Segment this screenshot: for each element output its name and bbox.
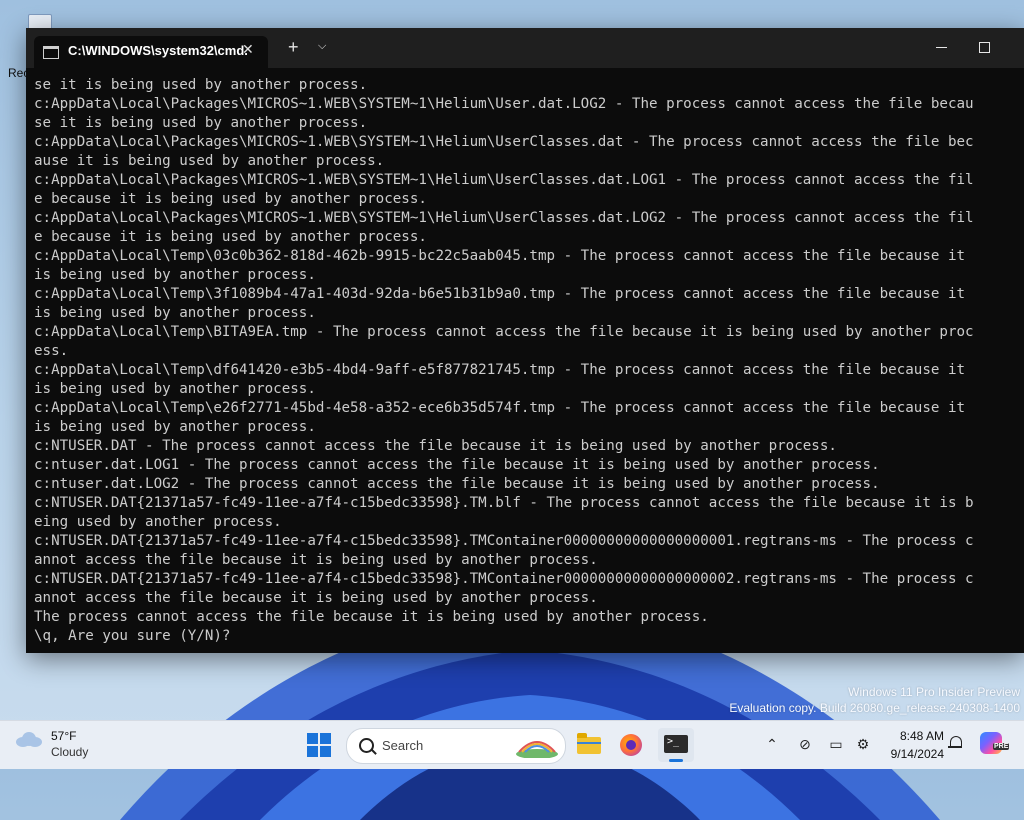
console-line: is being used by another process. — [34, 419, 316, 435]
console-line: annot access the file because it is bein… — [34, 552, 598, 568]
console-line: c:ntuser.dat.LOG2 - The process cannot a… — [34, 476, 880, 492]
chevron-up-icon[interactable]: ⌃ — [761, 733, 783, 755]
tab-cmd[interactable]: C:\WINDOWS\system32\cmd. ✕ — [34, 36, 268, 68]
accessibility-icon[interactable]: ⚙ — [852, 733, 874, 755]
bell-icon[interactable] — [948, 735, 962, 749]
taskbar: 57°F Cloudy Search ⌃ ⊘ ▭ ⚙ 8:48 AM 9/14/… — [0, 720, 1024, 769]
console-line: is being used by another process. — [34, 305, 316, 321]
windows-watermark: Windows 11 Pro Insider Preview Evaluatio… — [729, 684, 1020, 716]
new-tab-button[interactable]: + — [288, 38, 299, 56]
clock-time: 8:48 AM — [899, 729, 944, 743]
search-highlight-icon — [516, 741, 558, 758]
chevron-down-icon[interactable]: ⌵ — [318, 40, 326, 53]
console-line: se it is being used by another process. — [34, 115, 368, 131]
file-explorer-button[interactable] — [571, 728, 607, 762]
console-line: c:AppData\Local\Packages\MICROS~1.WEB\SY… — [34, 96, 974, 112]
console-line: c:AppData\Local\Temp\df641420-e3b5-4bd4-… — [34, 362, 966, 378]
console-line: is being used by another process. — [34, 381, 316, 397]
console-line: c:AppData\Local\Packages\MICROS~1.WEB\SY… — [34, 210, 974, 226]
console-line: c:AppData\Local\Temp\e26f2771-45bd-4e58-… — [34, 400, 966, 416]
console-line: e because it is being used by another pr… — [34, 229, 427, 245]
console-line: c:NTUSER.DAT{21371a57-fc49-11ee-a7f4-c15… — [34, 533, 974, 549]
console-line: c:NTUSER.DAT{21371a57-fc49-11ee-a7f4-c15… — [34, 571, 974, 587]
title-bar[interactable]: C:\WINDOWS\system32\cmd. ✕ + ⌵ — [26, 28, 1024, 68]
console-line: The process cannot access the file becau… — [34, 609, 709, 625]
cloud-icon — [16, 732, 42, 747]
taskbar-search[interactable]: Search — [346, 728, 566, 764]
terminal-window: C:\WINDOWS\system32\cmd. ✕ + ⌵ se it is … — [26, 28, 1024, 653]
console-line: c:ntuser.dat.LOG1 - The process cannot a… — [34, 457, 880, 473]
console-line: c:AppData\Local\Packages\MICROS~1.WEB\SY… — [34, 172, 974, 188]
active-indicator — [669, 759, 683, 762]
display-icon[interactable]: ▭ — [825, 733, 847, 755]
firefox-button[interactable] — [614, 728, 650, 762]
console-line: c:AppData\Local\Packages\MICROS~1.WEB\SY… — [34, 134, 974, 150]
watermark-line: Windows 11 Pro Insider Preview — [848, 685, 1020, 699]
console-line: ause it is being used by another process… — [34, 153, 385, 169]
console-line: e because it is being used by another pr… — [34, 191, 427, 207]
console-line: c:AppData\Local\Temp\03c0b362-818d-462b-… — [34, 248, 966, 264]
windows-start-icon[interactable] — [307, 733, 331, 757]
console-line: c:NTUSER.DAT{21371a57-fc49-11ee-a7f4-c15… — [34, 495, 974, 511]
console-output[interactable]: se it is being used by another process. c… — [34, 76, 1024, 653]
console-line: \q, Are you sure (Y/N)? — [34, 628, 231, 644]
terminal-icon — [664, 735, 688, 753]
firefox-icon — [620, 734, 642, 756]
weather-temperature: 57°F — [51, 729, 77, 743]
console-line: eing used by another process. — [34, 514, 282, 530]
console-line: c:NTUSER.DAT - The process cannot access… — [34, 438, 837, 454]
weather-widget[interactable]: 57°F Cloudy — [16, 728, 116, 762]
preview-badge: PRE — [993, 743, 1010, 750]
weather-condition: Cloudy — [51, 745, 89, 759]
console-line: c:AppData\Local\Temp\3f1089b4-47a1-403d-… — [34, 286, 966, 302]
console-line: se it is being used by another process. — [34, 77, 368, 93]
watermark-line: Evaluation copy. Build 26080.ge_release.… — [729, 701, 1020, 715]
terminal-taskbar-button[interactable] — [658, 728, 694, 762]
search-placeholder: Search — [382, 738, 424, 753]
clock-date: 9/14/2024 — [890, 747, 944, 761]
console-line: annot access the file because it is bein… — [34, 590, 598, 606]
tab-title: C:\WINDOWS\system32\cmd. — [68, 43, 248, 58]
minimize-button[interactable] — [922, 38, 962, 58]
cmd-icon — [43, 46, 59, 59]
folder-icon — [577, 733, 601, 754]
console-line: ess. — [34, 343, 69, 359]
maximize-button[interactable] — [964, 38, 1004, 58]
network-off-icon[interactable]: ⊘ — [794, 733, 816, 755]
console-line: is being used by another process. — [34, 267, 316, 283]
system-clock[interactable]: 8:48 AM 9/14/2024 — [884, 727, 944, 763]
search-icon — [359, 738, 374, 753]
console-line: c:AppData\Local\Temp\BITA9EA.tmp - The p… — [34, 324, 974, 340]
close-tab-icon[interactable]: ✕ — [242, 41, 254, 58]
